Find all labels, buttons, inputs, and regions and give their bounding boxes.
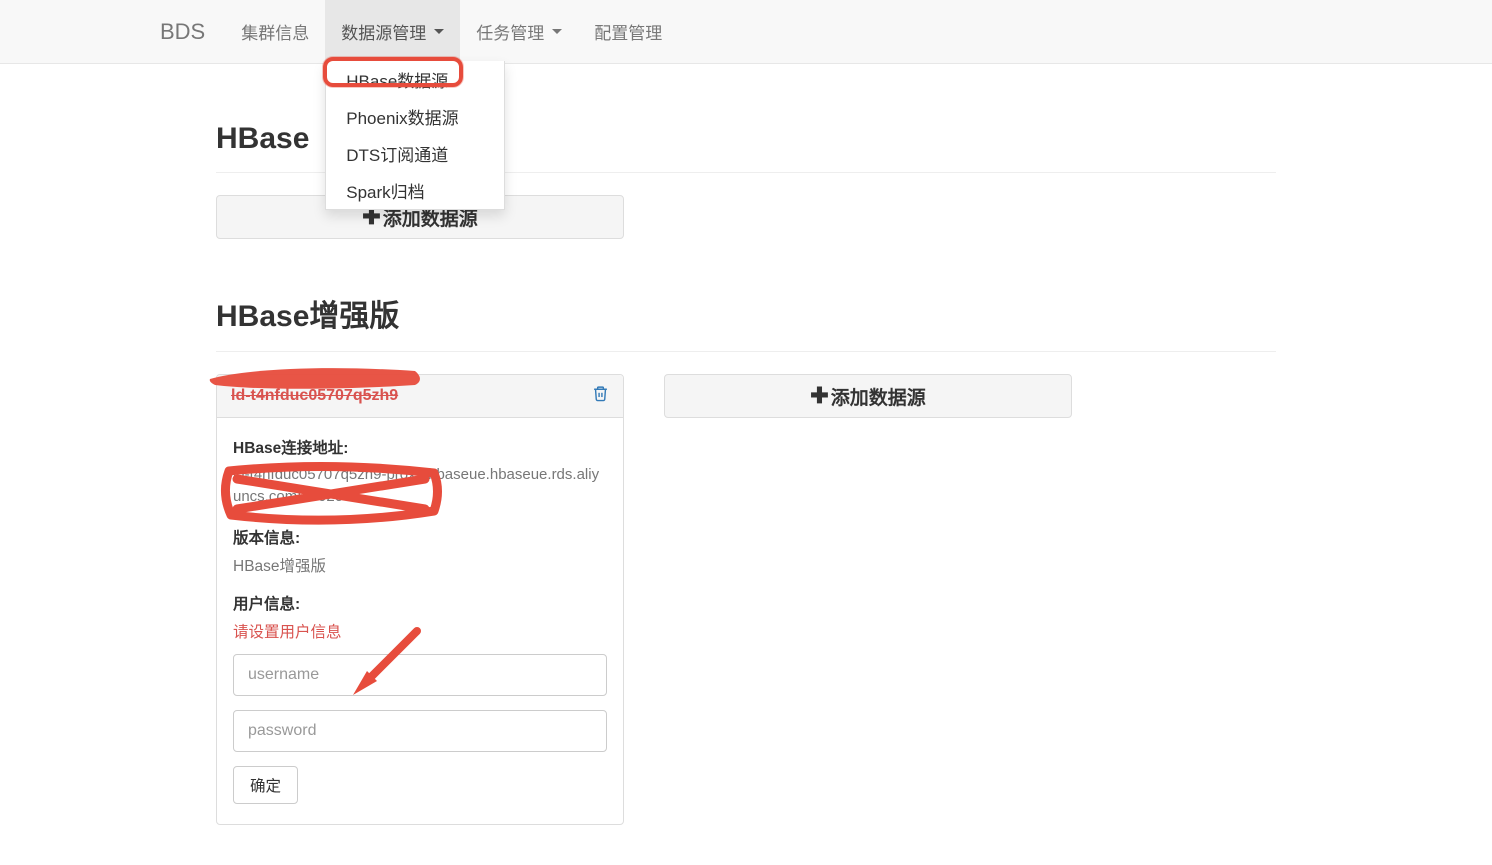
chevron-down-icon (434, 29, 444, 34)
delete-button[interactable] (592, 385, 609, 407)
user-info-label: 用户信息: (233, 592, 607, 614)
nav-datasource-manage[interactable]: 数据源管理 HBase数据源 Phoenix数据源 DTS订阅通道 Spark归… (325, 0, 460, 66)
dropdown-item-label: HBase数据源 (346, 72, 448, 91)
nav-task-manage[interactable]: 任务管理 (460, 0, 578, 66)
dropdown-item-spark[interactable]: Spark归档 (326, 172, 504, 209)
version-label: 版本信息: (233, 526, 607, 548)
conn-address-label: HBase连接地址: (233, 436, 607, 458)
nav-label: 配置管理 (594, 19, 662, 44)
nav-label: 数据源管理 (341, 19, 426, 44)
version-value: HBase增强版 (233, 554, 607, 576)
dropdown-item-hbase[interactable]: HBase数据源 (326, 61, 504, 98)
nav-cluster-info[interactable]: 集群信息 (225, 0, 325, 66)
conn-address-value: ld-t4nfduc05707q5zh9-proxy-hbaseue.hbase… (233, 464, 607, 508)
datasource-dropdown: HBase数据源 Phoenix数据源 DTS订阅通道 Spark归档 (325, 61, 505, 210)
add-datasource-button-hbaseplus[interactable]: ✚ 添加数据源 (664, 374, 1072, 418)
add-datasource-label: 添加数据源 (831, 383, 926, 410)
dropdown-item-phoenix[interactable]: Phoenix数据源 (326, 98, 504, 135)
nav-label: 任务管理 (476, 19, 544, 44)
section-title-hbase-plus: HBase增强版 (216, 291, 1276, 335)
user-info-warning: 请设置用户信息 (233, 620, 607, 642)
confirm-button[interactable]: 确定 (233, 766, 298, 804)
plus-icon: ✚ (810, 385, 828, 407)
dropdown-item-dts[interactable]: DTS订阅通道 (326, 135, 504, 172)
nav-label: 集群信息 (241, 19, 309, 44)
brand[interactable]: BDS (160, 19, 205, 45)
username-input[interactable] (233, 654, 607, 696)
nav-config-manage[interactable]: 配置管理 (578, 0, 678, 66)
datasource-card: ld-t4nfduc05707q5zh9 HBase连接地址: ld-t4nfd… (216, 374, 624, 825)
datasource-card-body: HBase连接地址: ld-t4nfduc05707q5zh9-proxy-hb… (217, 418, 623, 824)
password-input[interactable] (233, 710, 607, 752)
section-divider (216, 351, 1276, 352)
top-navbar: BDS 集群信息 数据源管理 HBase数据源 Phoenix数据源 DTS订阅… (0, 0, 1492, 64)
trash-icon (592, 385, 609, 402)
datasource-card-header: ld-t4nfduc05707q5zh9 (217, 375, 623, 418)
chevron-down-icon (552, 29, 562, 34)
datasource-name: ld-t4nfduc05707q5zh9 (231, 387, 398, 405)
